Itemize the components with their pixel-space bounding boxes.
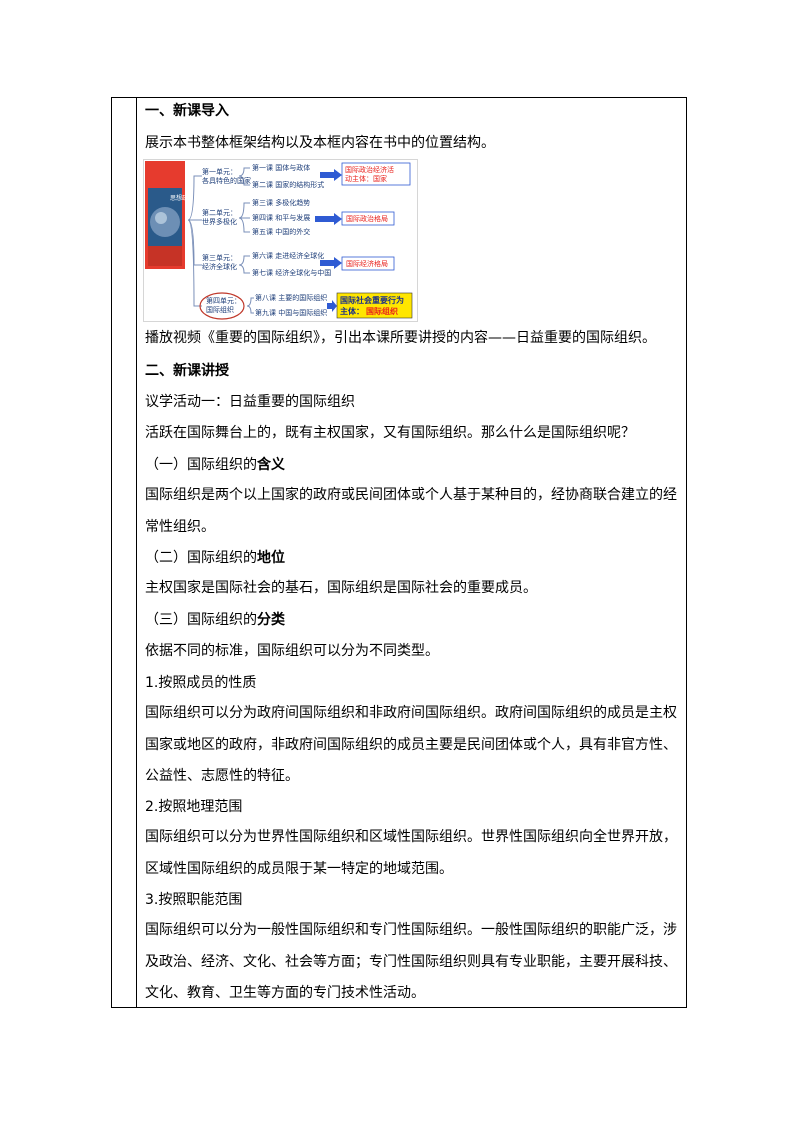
result3: 国际经济格局	[346, 259, 388, 268]
unit3-line1: 第三单元：	[202, 253, 237, 262]
lesson-2: 第二课 国家的结构形式	[252, 180, 324, 189]
sub3-title: （三）国际组织的分类	[145, 610, 285, 630]
unit1-line1: 第一单元：	[202, 167, 237, 176]
result1-highlight: 国家	[373, 174, 387, 183]
category3-text: 国际组织可以分为一般性国际组织和专门性国际组织。一般性国际组织的职能广泛，涉及政…	[145, 922, 677, 1001]
result1-line2: 动主体：	[345, 174, 373, 183]
sub2-title-bold: 地位	[257, 550, 285, 566]
arrows	[315, 169, 342, 312]
lesson-1: 第一课 国体与政体	[252, 163, 310, 172]
result4-line1: 国际社会重要行为	[340, 295, 404, 305]
category3-title: 3.按照职能范围	[145, 892, 243, 908]
result2: 国际政治格局	[346, 214, 388, 223]
unit4-line2: 国际组织	[206, 305, 234, 314]
result4-line2: 主体：	[340, 306, 364, 316]
unit3-line2: 经济全球化	[202, 262, 237, 271]
sub2-title-prefix: （二）国际组织的	[145, 550, 257, 566]
section1-video: 播放视频《重要的国际组织》，引出本课所要讲授的内容——日益重要的国际组织。	[145, 330, 656, 346]
lesson-6: 第六课 走进经济全球化	[252, 251, 324, 260]
sub2-title: （二）国际组织的地位	[145, 548, 285, 568]
category1-title: 1.按照成员的性质	[145, 675, 257, 691]
book-title: 思想政治	[170, 194, 194, 202]
activity-title: 议学活动一：日益重要的国际组织	[145, 394, 355, 410]
sub1-title: （一）国际组织的含义	[145, 455, 285, 475]
result1-line1: 国际政治经济活	[345, 165, 394, 174]
category1-text: 国际组织可以分为政府间国际组织和非政府间国际组织。政府间国际组织的成员是主权国家…	[145, 705, 677, 784]
sub3-title-bold: 分类	[257, 612, 285, 628]
sub3-text: 依据不同的标准，国际组织可以分为不同类型。	[145, 643, 439, 659]
lesson-8: 第八课 主要的国际组织	[255, 293, 327, 302]
lesson-4: 第四课 和平与发展	[252, 213, 310, 222]
category2-text: 国际组织可以分为世界性国际组织和区域性国际组织。世界性国际组织向全世界开放，区域…	[145, 829, 677, 877]
lesson-3: 第三课 多极化趋势	[252, 198, 310, 207]
book-framework-figure: 思想政治 第一单元： 各具特色的国家 第二单元： 世界多极化 第三单元： 经济全…	[143, 159, 418, 322]
section1-heading: 一、新课导入	[145, 103, 229, 119]
sub3-title-prefix: （三）国际组织的	[145, 612, 257, 628]
lesson-7: 第七课 经济全球化与中国	[252, 268, 331, 277]
sub2-text: 主权国家是国际社会的基石，国际组织是国际社会的重要成员。	[145, 580, 537, 596]
section2-heading: 二、新课讲授	[145, 363, 229, 379]
question-text: 活跃在国际舞台上的，既有主权国家，又有国际组织。那么什么是国际组织呢？	[145, 425, 635, 441]
sub1-text: 国际组织是两个以上国家的政府或民间团体或个人基于某种目的，经协商联合建立的经常性…	[145, 487, 677, 535]
category2-title: 2.按照地理范围	[145, 799, 243, 815]
unit2-line2: 世界多极化	[202, 217, 237, 226]
unit1-line2: 各具特色的国家	[202, 176, 251, 185]
book-cover-image: 思想政治	[145, 161, 194, 269]
unit2-line1: 第二单元：	[202, 208, 237, 217]
lesson-5: 第五课 中国的外交	[252, 227, 310, 236]
table-column-divider	[136, 97, 137, 1008]
section1-intro: 展示本书整体框架结构以及本框内容在书中的位置结构。	[145, 135, 495, 151]
unit4-line1: 第四单元：	[206, 296, 241, 305]
result4-highlight: 国际组织	[366, 306, 398, 316]
sub1-title-prefix: （一）国际组织的	[145, 457, 257, 473]
sub1-title-bold: 含义	[257, 457, 285, 473]
lesson-9: 第九课 中国与国际组织	[255, 308, 327, 317]
